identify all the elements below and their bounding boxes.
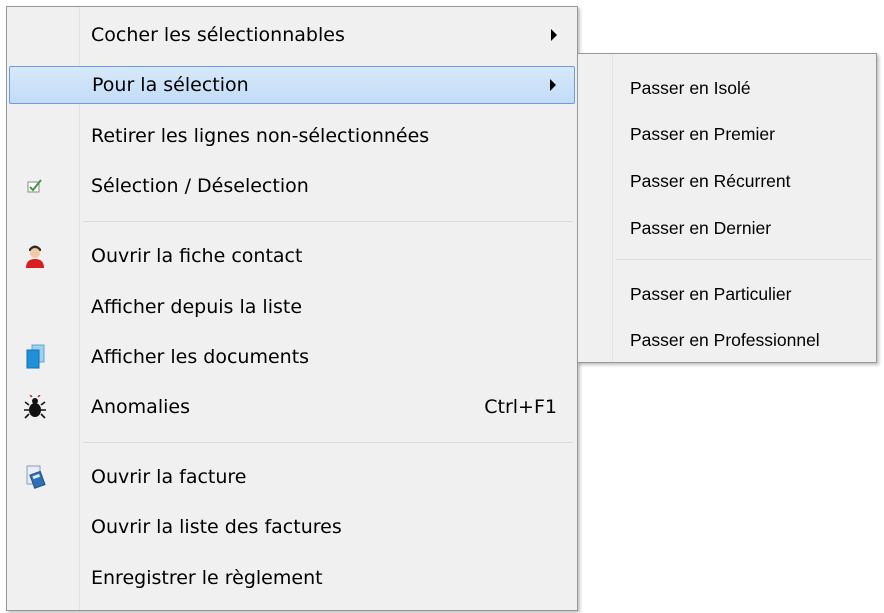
submenu-item-passer-dernier[interactable]: Passer en Dernier [580, 209, 874, 247]
bug-icon [19, 391, 51, 423]
submenu-item-passer-isole[interactable]: Passer en Isolé [580, 69, 874, 107]
submenu-arrow-icon [551, 29, 557, 41]
menu-item-label: Sélection / Déselection [91, 175, 309, 197]
menu-item-selection-deselection[interactable]: Sélection / Déselection [9, 167, 575, 205]
context-menu: Cocher les sélectionnables Pour la sélec… [6, 6, 578, 611]
submenu-item-label: Passer en Dernier [630, 217, 772, 238]
submenu-item-passer-professionnel[interactable]: Passer en Professionnel [580, 321, 874, 359]
menu-item-cocher-selectionnables[interactable]: Cocher les sélectionnables [9, 16, 575, 54]
menu-item-label: Ouvrir la liste des factures [91, 516, 342, 538]
menu-item-ouvrir-facture[interactable]: Ouvrir la facture [9, 458, 575, 496]
menu-item-label: Enregistrer le règlement [91, 567, 323, 589]
submenu-item-passer-premier[interactable]: Passer en Premier [580, 115, 874, 153]
menu-item-pour-la-selection[interactable]: Pour la sélection [9, 66, 575, 104]
submenu-item-label: Passer en Professionnel [630, 329, 820, 350]
menu-separator [83, 442, 573, 443]
submenu-arrow-icon [550, 79, 556, 91]
documents-icon [19, 341, 51, 373]
submenu-item-passer-recurrent[interactable]: Passer en Récurrent [580, 162, 874, 200]
menu-item-label: Cocher les sélectionnables [91, 24, 345, 46]
menu-item-afficher-documents[interactable]: Afficher les documents [9, 338, 575, 376]
menu-item-ouvrir-fiche-contact[interactable]: Ouvrir la fiche contact [9, 237, 575, 275]
contact-person-icon [19, 240, 51, 272]
menu-separator [83, 221, 573, 222]
menu-item-label: Ouvrir la facture [91, 466, 247, 488]
submenu-item-label: Passer en Premier [630, 123, 775, 144]
menu-item-anomalies[interactable]: Anomalies Ctrl+F1 [9, 388, 575, 426]
menu-item-label: Anomalies [91, 396, 190, 418]
submenu-item-passer-particulier[interactable]: Passer en Particulier [580, 275, 874, 313]
submenu-item-label: Passer en Isolé [630, 77, 751, 98]
menu-item-label: Afficher les documents [91, 346, 310, 368]
menu-item-ouvrir-liste-factures[interactable]: Ouvrir la liste des factures [9, 508, 575, 546]
menu-item-label: Pour la sélection [92, 74, 249, 96]
submenu-pour-la-selection: Passer en Isolé Passer en Premier Passer… [577, 53, 877, 363]
menu-item-shortcut: Ctrl+F1 [484, 396, 557, 418]
menu-item-label: Afficher depuis la liste [91, 296, 303, 318]
menu-item-label: Ouvrir la fiche contact [91, 245, 303, 267]
submenu-item-label: Passer en Récurrent [630, 170, 791, 191]
submenu-item-label: Passer en Particulier [630, 283, 792, 304]
submenu-separator [616, 259, 872, 260]
menu-item-enregistrer-reglement[interactable]: Enregistrer le règlement [9, 559, 575, 597]
menu-item-afficher-depuis-liste[interactable]: Afficher depuis la liste [9, 288, 575, 326]
checkbox-check-icon [19, 170, 51, 202]
menu-item-retirer-lignes[interactable]: Retirer les lignes non-sélectionnées [9, 117, 575, 155]
menu-item-label: Retirer les lignes non-sélectionnées [91, 125, 430, 147]
invoice-calculator-icon [19, 461, 51, 493]
